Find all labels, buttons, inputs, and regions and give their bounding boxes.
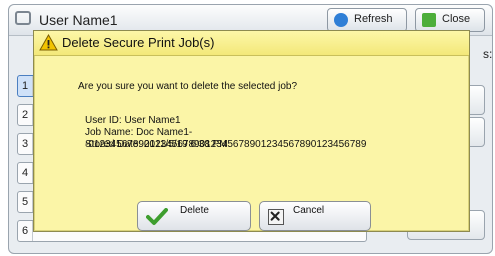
close-label: Close	[442, 13, 471, 25]
close-icon	[422, 13, 436, 27]
cancel-label: Cancel	[293, 205, 325, 216]
dialog-title-bar: Delete Secure Print Job(s)	[34, 31, 469, 56]
user-id-text: User ID: User Name1	[85, 115, 181, 126]
refresh-icon	[334, 13, 348, 27]
row-number: 4	[18, 163, 33, 183]
row-number: 2	[18, 105, 33, 125]
delete-button[interactable]: Delete	[137, 201, 251, 231]
background-title: User Name1	[39, 12, 118, 28]
row-number: 5	[18, 192, 33, 212]
confirmation-message: Are you sure you want to delete the sele…	[78, 81, 298, 92]
dialog-title: Delete Secure Print Job(s)	[62, 35, 215, 50]
check-icon	[146, 208, 168, 225]
background-label-fragment: s:	[483, 47, 493, 61]
x-icon	[268, 209, 284, 225]
delete-dialog: Delete Secure Print Job(s) Are you sure …	[33, 30, 470, 232]
close-button[interactable]: Close	[415, 8, 485, 32]
user-icon	[15, 11, 31, 25]
row-number: 6	[18, 221, 33, 241]
delete-label: Delete	[180, 205, 209, 216]
row-number: 1	[18, 76, 33, 96]
warning-icon	[39, 34, 58, 51]
refresh-button[interactable]: Refresh	[327, 8, 407, 32]
row-number: 3	[18, 134, 33, 154]
stored-date-text: Stored Date: 2011/5/19 6:38 PM	[85, 139, 228, 150]
refresh-label: Refresh	[354, 13, 393, 25]
cancel-button[interactable]: Cancel	[259, 201, 371, 231]
